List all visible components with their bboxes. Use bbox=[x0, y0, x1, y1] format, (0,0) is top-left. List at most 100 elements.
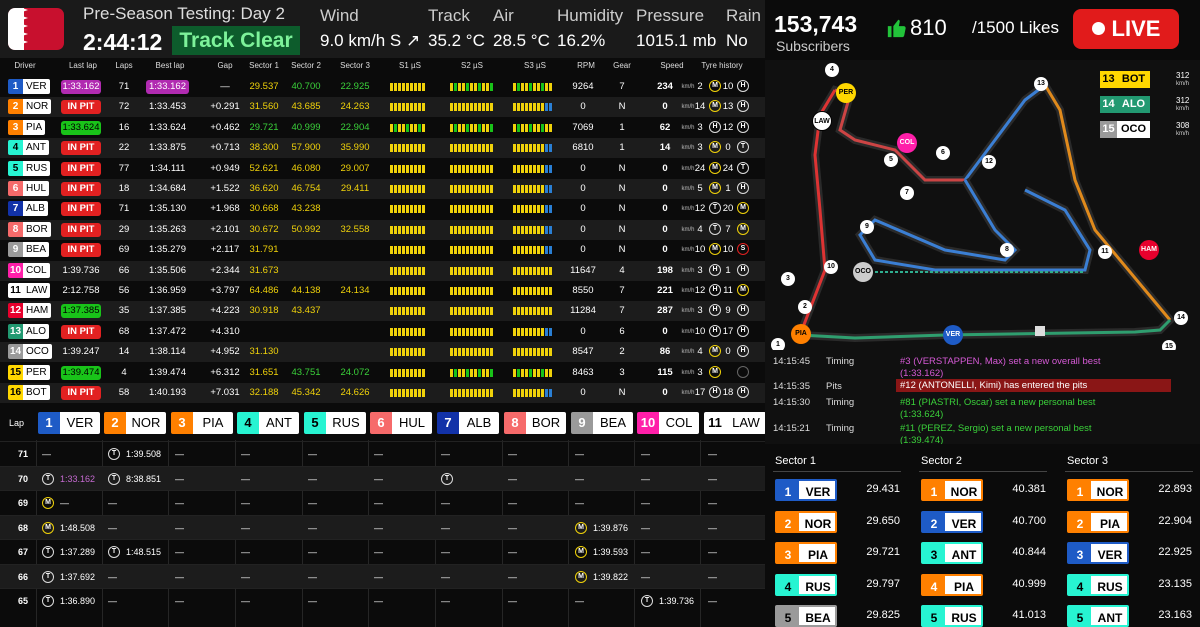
column-header[interactable]: Gap bbox=[217, 61, 232, 70]
driver-tag[interactable]: 4 ANT bbox=[8, 140, 49, 156]
table-row[interactable]: 9 BEA IN PIT 69 1:35.279 +2.117 31.791 0 N 0 km/h 1… bbox=[0, 240, 765, 260]
table-row[interactable]: 10 COL 1:39.736 66 1:35.506 +2.344 31.673 11647… bbox=[0, 260, 765, 281]
lap-chart-driver-hul[interactable]: 6 HUL bbox=[370, 412, 432, 434]
driver-code: VER bbox=[945, 512, 981, 531]
table-row[interactable]: 2 NOR IN PIT 72 1:33.453 +0.291 31.560 43.685 24… bbox=[0, 97, 765, 118]
lap-chart-driver-col[interactable]: 10 COL bbox=[637, 412, 699, 434]
driver-marker-law[interactable]: LAW bbox=[812, 111, 832, 131]
column-header[interactable]: S3 µS bbox=[524, 61, 546, 70]
column-header[interactable]: Sector 1 bbox=[249, 61, 279, 70]
column-header[interactable]: S1 µS bbox=[399, 61, 421, 70]
mini-sector bbox=[537, 185, 540, 193]
driver-marker-ver[interactable]: VER bbox=[943, 325, 963, 345]
driver-tag[interactable]: 5 RUS bbox=[8, 160, 51, 176]
table-row[interactable]: 7 ALB IN PIT 71 1:35.130 +1.968 30.668 43.238 0 N… bbox=[0, 199, 765, 219]
mini-sector bbox=[462, 266, 465, 275]
driver-tag[interactable]: 12 HAM bbox=[8, 303, 52, 319]
mini-sector bbox=[458, 83, 461, 91]
driver-tag[interactable]: 13 ALO bbox=[8, 323, 50, 339]
table-row[interactable]: 12 HAM 1:37.385 35 1:37.385 +4.223 30.918 43.43… bbox=[0, 301, 765, 322]
tyre-age: 1 bbox=[725, 183, 731, 194]
tyre-compound-icon: T bbox=[709, 222, 721, 235]
driver-marker-pia[interactable]: PIA bbox=[791, 324, 811, 344]
lap-chart-driver-ver[interactable]: 1 VER bbox=[38, 412, 100, 434]
sector-s2-time: 45.342 bbox=[291, 387, 321, 398]
column-header[interactable]: Last lap bbox=[69, 61, 97, 70]
driver-tag[interactable]: 10 COL bbox=[8, 262, 50, 278]
mini-sector bbox=[414, 103, 417, 112]
column-header[interactable]: RPM bbox=[577, 61, 595, 70]
speed: 0 bbox=[662, 183, 668, 194]
weather-label: Rain bbox=[726, 6, 761, 25]
mini-sector bbox=[537, 389, 540, 397]
lap-chart-driver-nor[interactable]: 2 NOR bbox=[104, 412, 166, 434]
table-row[interactable]: 5 RUS IN PIT 77 1:34.111 +0.949 52.621 46.080 29… bbox=[0, 159, 765, 179]
column-header[interactable]: Sector 3 bbox=[340, 61, 370, 70]
lap-chart-driver-ant[interactable]: 4 ANT bbox=[237, 412, 299, 434]
mini-sector bbox=[454, 246, 457, 255]
mini-sector bbox=[458, 368, 461, 377]
table-row[interactable]: 1 VER 1:33.162 71 1:33.162—29.537 40.700 22.92… bbox=[0, 77, 765, 97]
driver-tag[interactable]: 11 LAW bbox=[8, 283, 51, 298]
mini-sector bbox=[458, 266, 461, 275]
column-header[interactable]: Tyre history bbox=[701, 61, 742, 70]
lap-time: 1:39.508 bbox=[126, 449, 162, 459]
driver-code: HUL bbox=[23, 181, 50, 196]
lap-time-empty: — bbox=[708, 449, 717, 459]
driver-tag[interactable]: 3 PIA bbox=[8, 119, 46, 135]
tyre-age: 12 bbox=[694, 203, 706, 215]
mini-sector bbox=[454, 348, 457, 357]
mini-sector bbox=[474, 348, 477, 357]
driver-tag[interactable]: 8 BOR bbox=[8, 221, 51, 237]
column-header[interactable]: Best lap bbox=[156, 61, 185, 70]
mini-sector bbox=[418, 225, 421, 234]
lap-chart-driver-bea[interactable]: 9 BEA bbox=[571, 412, 633, 434]
driver-tag[interactable]: 2 NOR bbox=[8, 99, 52, 115]
mini-sector-bars bbox=[450, 83, 493, 91]
driver-tag: 14 ALO bbox=[1100, 96, 1152, 113]
driver-marker-col[interactable]: COL bbox=[897, 133, 917, 153]
table-row[interactable]: 16 BOT IN PIT 58 1:40.193 +7.031 32.188 45.342 2… bbox=[0, 383, 765, 403]
table-row[interactable]: 3 PIA 1:33.624 16 1:33.624 +0.462 29.721 40.999… bbox=[0, 118, 765, 138]
column-header[interactable]: Driver bbox=[14, 61, 35, 70]
lap-chart-driver-alb[interactable]: 7 ALB bbox=[437, 412, 499, 434]
driver-marker-oco[interactable]: OCO bbox=[853, 262, 873, 282]
lap-chart-driver-pia[interactable]: 3 PIA bbox=[171, 412, 233, 434]
table-row[interactable]: 4 ANT IN PIT 22 1:33.875 +0.713 38.300 57.900 35… bbox=[0, 138, 765, 159]
driver-tag[interactable]: 14 OCO bbox=[8, 344, 52, 360]
driver-tag[interactable]: 15 PER bbox=[8, 364, 50, 380]
driver-tag[interactable]: 6 HUL bbox=[8, 181, 50, 196]
table-row[interactable]: 11 LAW 2:12.758 56 1:36.959 +3.797 64.486 44.13… bbox=[0, 281, 765, 301]
driver-marker-per[interactable]: PER bbox=[836, 83, 856, 103]
lap-time-empty: — bbox=[241, 473, 250, 484]
tyre-compound-icon: M bbox=[737, 202, 749, 215]
column-header[interactable]: Laps bbox=[115, 61, 132, 70]
sector-row: 3 PIA 29.721 bbox=[775, 542, 910, 564]
table-row[interactable]: 13 ALO IN PIT 68 1:37.472 +4.310 0 6 0 km/h 10 H 17 H bbox=[0, 322, 765, 342]
lap-chart-driver-rus[interactable]: 5 RUS bbox=[304, 412, 366, 434]
column-header[interactable]: Speed bbox=[660, 61, 683, 70]
table-row[interactable]: 6 HUL IN PIT 18 1:34.684 +1.522 36.620 46.754 29… bbox=[0, 179, 765, 199]
lap-chart-driver-bor[interactable]: 8 BOR bbox=[504, 412, 566, 434]
table-row[interactable]: 15 PER 1:39.474 4 1:39.474 +6.312 31.651 43.751… bbox=[0, 363, 765, 383]
driver-tag[interactable]: 9 BEA bbox=[8, 242, 50, 258]
speed-unit: km/h bbox=[1176, 106, 1190, 112]
table-row[interactable]: 14 OCO 1:39.247 14 1:38.114 +4.952 31.130 8547 2… bbox=[0, 342, 765, 363]
lap-chart-driver-law[interactable]: 11 LAW bbox=[704, 412, 766, 434]
tyre-compound-icon: H bbox=[709, 386, 721, 398]
tyre-compound-icon: M bbox=[737, 284, 749, 296]
driver-tag: 15 OCO bbox=[1100, 121, 1152, 138]
lap-time-empty: — bbox=[241, 498, 250, 508]
mini-sector bbox=[422, 368, 425, 377]
mini-sector bbox=[549, 123, 552, 132]
column-header[interactable]: Sector 2 bbox=[291, 61, 321, 70]
mini-sector bbox=[490, 327, 493, 336]
driver-tag[interactable]: 1 VER bbox=[8, 79, 50, 94]
driver-tag[interactable]: 16 BOT bbox=[8, 385, 50, 400]
driver-tag[interactable]: 7 ALB bbox=[8, 201, 48, 217]
mini-sector bbox=[466, 205, 469, 214]
driver-marker-ham[interactable]: HAM bbox=[1139, 240, 1159, 260]
column-header[interactable]: S2 µS bbox=[461, 61, 483, 70]
column-header[interactable]: Gear bbox=[613, 61, 631, 70]
table-row[interactable]: 8 BOR IN PIT 29 1:35.263 +2.101 30.672 50.992 32… bbox=[0, 219, 765, 240]
